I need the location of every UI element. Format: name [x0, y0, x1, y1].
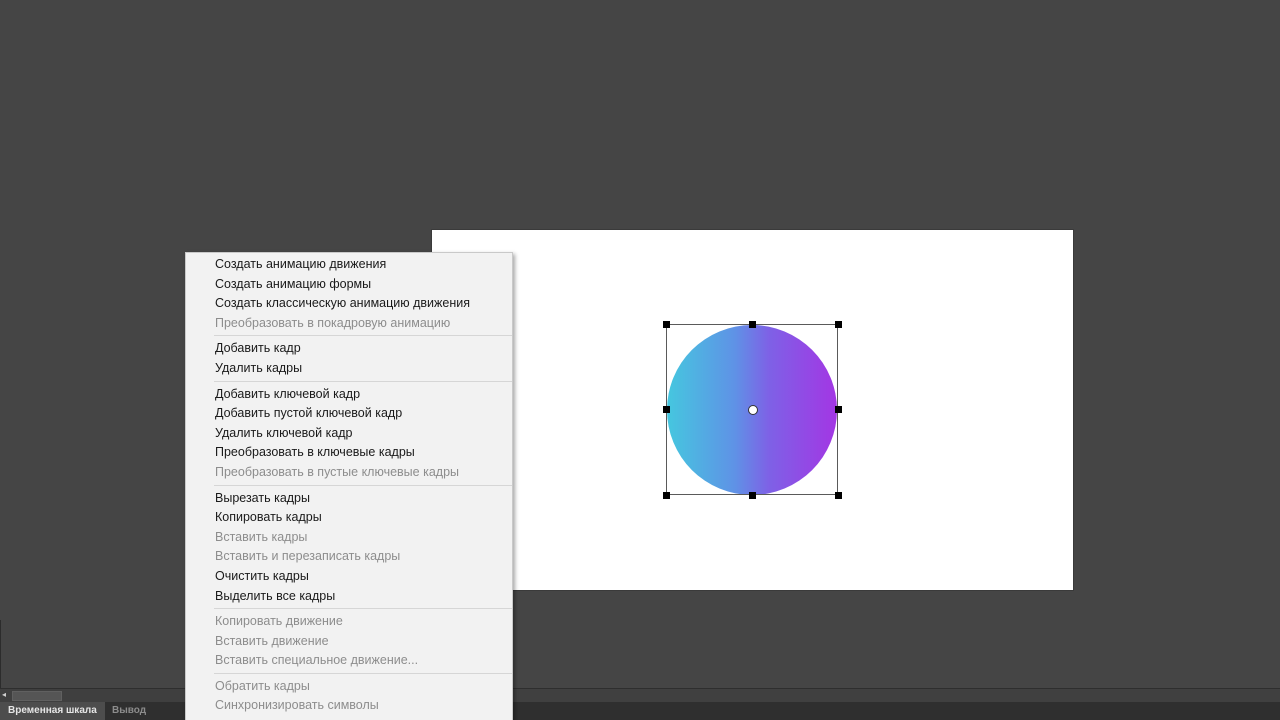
menu-item[interactable]: Очистить кадры	[186, 567, 512, 587]
menu-item: Вставить специальное движение...	[215, 653, 419, 668]
menu-item[interactable]: Создать классическую анимацию движения	[186, 294, 512, 314]
menu-item: Синхронизировать символы	[215, 698, 379, 713]
menu-item[interactable]: Вырезать кадры	[186, 489, 512, 509]
transform-handle-right[interactable]	[835, 406, 842, 413]
transform-handle-left[interactable]	[663, 406, 670, 413]
menu-item: Преобразовать в пустые ключевые кадры	[215, 464, 460, 479]
menu-item: Обратить кадры	[215, 678, 310, 693]
menu-item: Вставить кадры	[215, 529, 308, 544]
menu-item: Вставить движение	[215, 633, 329, 648]
menu-item: Копировать движение	[215, 614, 343, 629]
menu-item[interactable]: Удалить кадры	[186, 359, 512, 379]
tab-output[interactable]: Вывод	[104, 702, 154, 720]
menu-item[interactable]: Преобразовать в ключевые кадры	[186, 443, 512, 463]
menu-item: Преобразовать в покадровую анимацию	[215, 315, 451, 330]
menu-item[interactable]: Создать анимацию движения	[186, 255, 512, 275]
transform-handle-top[interactable]	[749, 321, 756, 328]
menu-separator	[214, 335, 512, 337]
animate-workspace: ◂ Временная шкала Вывод Создать анимацию…	[0, 0, 1280, 720]
scrollbar-thumb[interactable]	[12, 691, 62, 701]
transform-center-point[interactable]	[748, 405, 758, 415]
menu-item[interactable]: Добавить ключевой кадр	[186, 385, 512, 405]
menu-separator	[214, 484, 512, 486]
menu-separator	[214, 672, 512, 674]
selected-shape-group[interactable]	[663, 321, 842, 499]
transform-handle-bottom-left[interactable]	[663, 492, 670, 499]
menu-item[interactable]: Создать анимацию формы	[186, 275, 512, 295]
panel-divider	[0, 620, 1, 688]
menu-item[interactable]: Выделить все кадры	[186, 587, 512, 607]
transform-handle-top-right[interactable]	[835, 321, 842, 328]
menu-item[interactable]: Добавить кадр	[186, 339, 512, 359]
menu-item[interactable]: Удалить ключевой кадр	[186, 424, 512, 444]
menu-item[interactable]: Добавить пустой ключевой кадр	[186, 404, 512, 424]
frame-context-menu: Создать анимацию движения Создать анимаци…	[185, 252, 513, 720]
menu-item: Вставить и перезаписать кадры	[215, 549, 401, 564]
transform-handle-bottom-right[interactable]	[835, 492, 842, 499]
menu-separator	[214, 380, 512, 382]
horizontal-scrollbar-left[interactable]: ◂	[0, 688, 186, 702]
menu-separator	[214, 608, 512, 610]
tab-timeline[interactable]: Временная шкала	[0, 702, 105, 720]
scroll-left-icon[interactable]: ◂	[2, 690, 6, 699]
horizontal-scrollbar-right[interactable]	[513, 688, 1280, 702]
menu-item[interactable]: Копировать кадры	[186, 508, 512, 528]
transform-handle-top-left[interactable]	[663, 321, 670, 328]
transform-handle-bottom[interactable]	[749, 492, 756, 499]
